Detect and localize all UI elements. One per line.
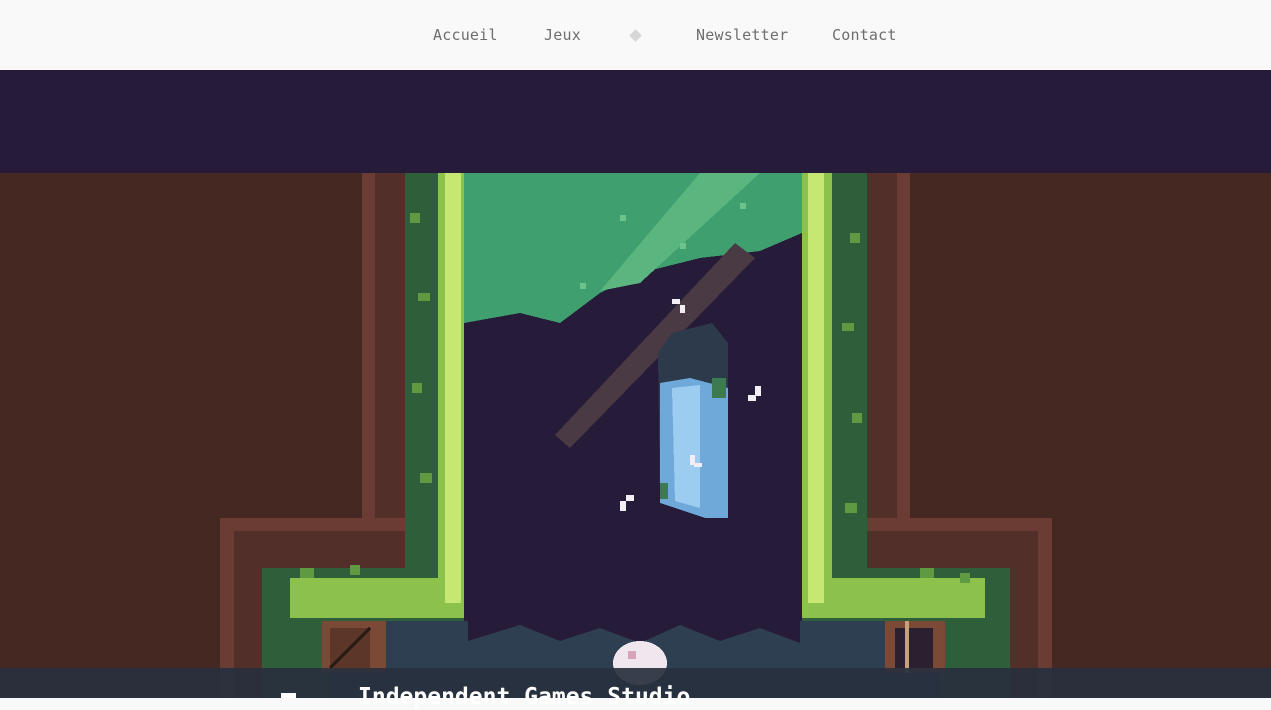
- nav-link-accueil[interactable]: Accueil: [433, 26, 498, 44]
- nav-link-newsletter[interactable]: Newsletter: [696, 26, 788, 44]
- logo-mark-icon: [281, 693, 296, 698]
- nav-link-jeux[interactable]: Jeux: [544, 26, 581, 44]
- nav-link-contact[interactable]: Contact: [832, 26, 897, 44]
- top-navigation: Accueil Jeux Newsletter Contact: [0, 0, 1271, 70]
- hero-pixel-art: [0, 173, 1271, 698]
- hero-sky-band: [0, 70, 1271, 173]
- studio-title: Independent Games Studio: [358, 684, 691, 710]
- diamond-icon: [629, 29, 642, 42]
